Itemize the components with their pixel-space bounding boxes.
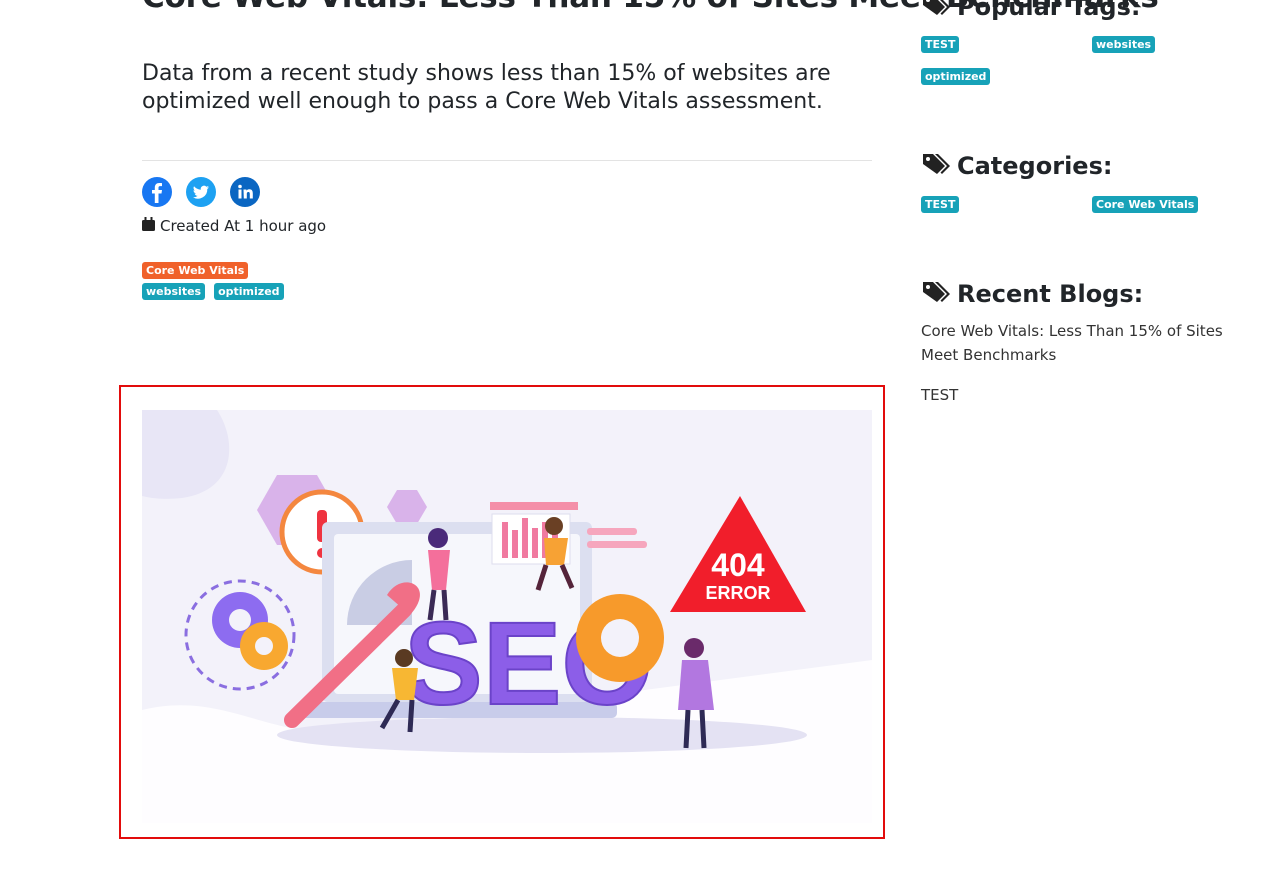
- tag-badge[interactable]: optimized: [214, 283, 284, 300]
- recent-blog-link[interactable]: Core Web Vitals: Less Than 15% of Sites …: [921, 319, 1241, 367]
- tag-badge[interactable]: websites: [142, 283, 206, 300]
- categories-heading: Categories:: [921, 152, 1112, 180]
- seo-illustration: SEO 404 ERROR: [142, 410, 872, 823]
- post-tags: websites optimized: [142, 283, 284, 300]
- popular-tag-badge[interactable]: websites: [1092, 36, 1156, 53]
- recent-blog-link[interactable]: TEST: [921, 383, 1241, 407]
- popular-tag-badge[interactable]: optimized: [921, 68, 991, 85]
- social-share: [142, 177, 260, 207]
- tags-icon: [921, 0, 951, 21]
- error-label-text: ERROR: [705, 583, 770, 603]
- divider: [142, 160, 872, 161]
- created-text: Created At 1 hour ago: [160, 217, 327, 235]
- post-hero-image: SEO 404 ERROR: [142, 410, 872, 823]
- category-badge[interactable]: Core Web Vitals: [1092, 196, 1199, 213]
- category-badge[interactable]: TEST: [921, 196, 960, 213]
- calendar-icon: [142, 217, 155, 235]
- tags-icon: [921, 280, 951, 308]
- post-title: Core Web Vitals: Less Than 15% of Sites …: [142, 0, 1159, 16]
- facebook-icon[interactable]: [142, 177, 172, 207]
- tags-icon: [921, 152, 951, 180]
- recent-blogs-heading: Recent Blogs:: [921, 280, 1143, 308]
- linkedin-icon[interactable]: [230, 177, 260, 207]
- category-badge[interactable]: Core Web Vitals: [142, 262, 249, 279]
- popular-tags-heading: Popular Tags:: [921, 0, 1141, 21]
- twitter-icon[interactable]: [186, 177, 216, 207]
- created-meta: Created At 1 hour ago: [142, 217, 326, 235]
- error-code-text: 404: [711, 547, 765, 583]
- popular-tag-badge[interactable]: TEST: [921, 36, 960, 53]
- post-category: Core Web Vitals: [142, 259, 249, 279]
- post-subtitle: Data from a recent study shows less than…: [142, 61, 831, 114]
